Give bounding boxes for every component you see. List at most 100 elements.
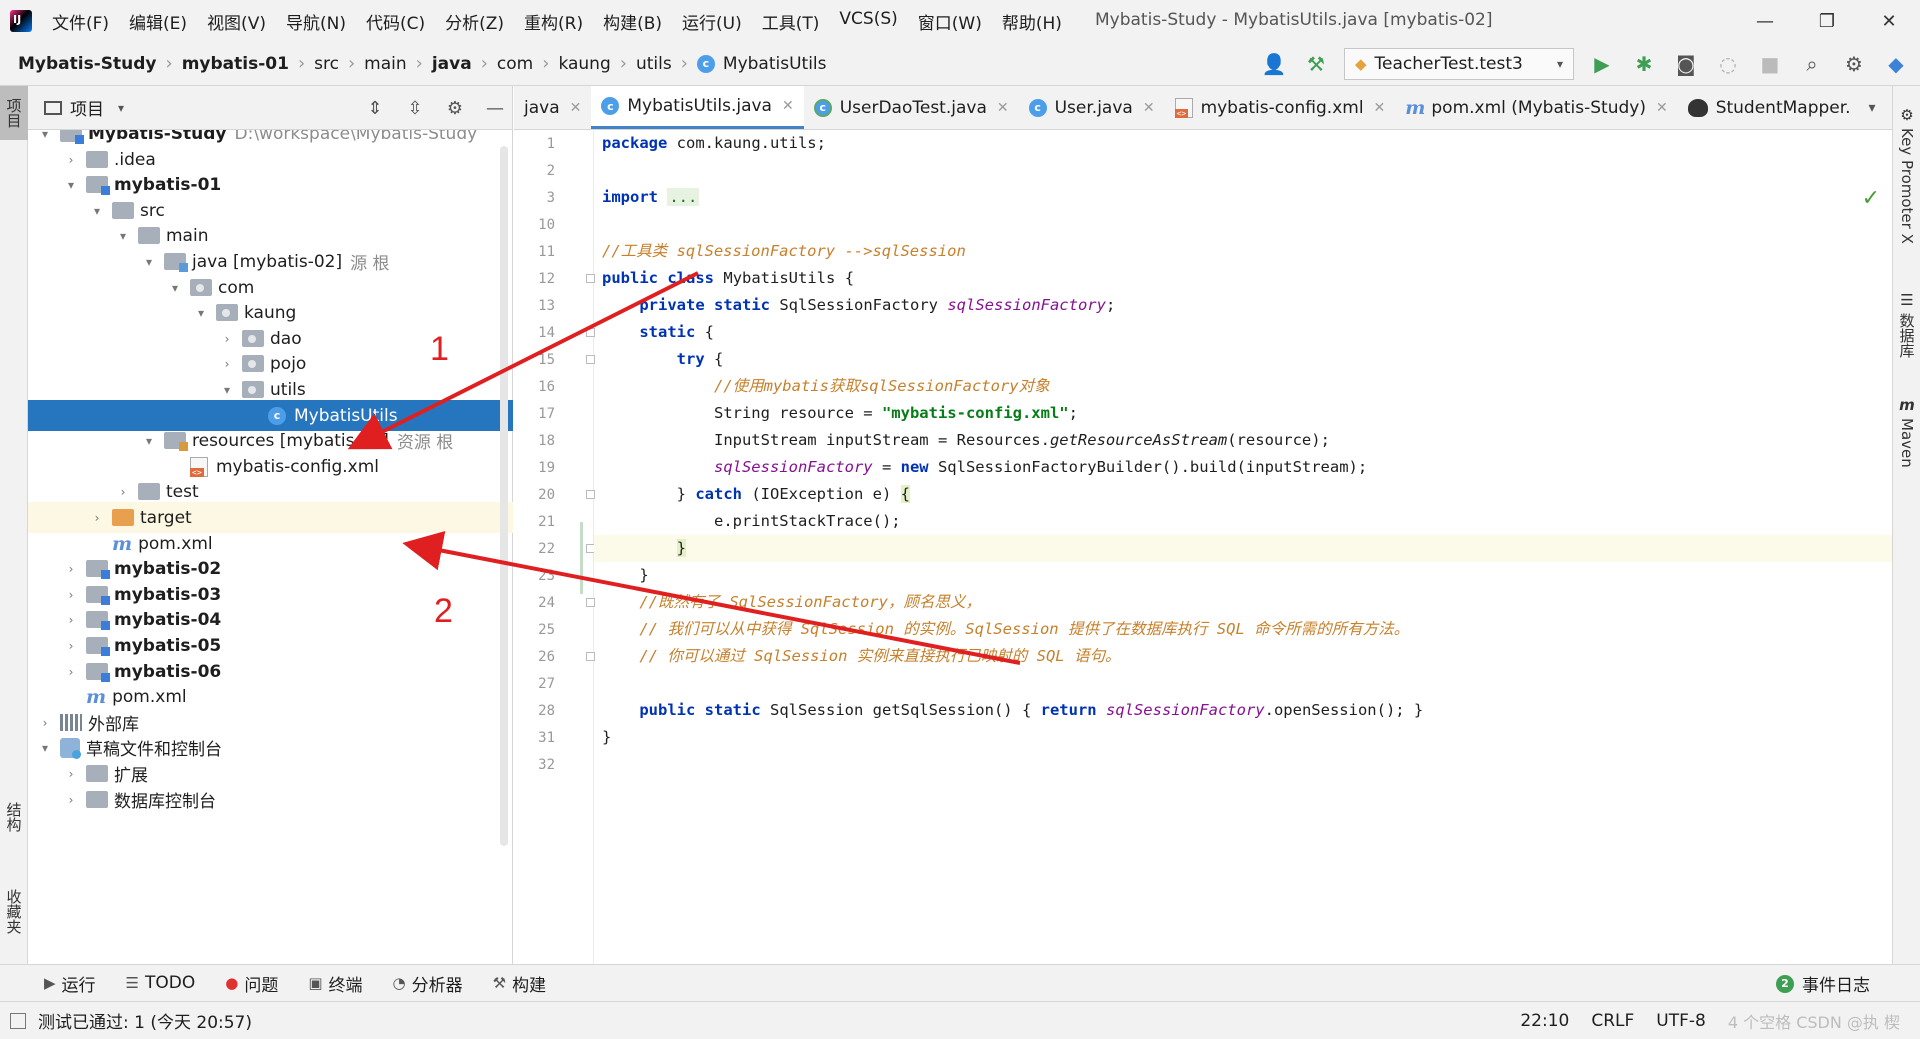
status-message[interactable]: 测试已通过: 1 (今天 20:57) (38, 1008, 252, 1033)
collapse-arrow-icon[interactable]: › (62, 153, 80, 167)
collapse-arrow-icon[interactable]: › (114, 485, 132, 499)
line-number[interactable]: 14 (515, 325, 555, 341)
project-panel-title[interactable]: 项目 (70, 95, 104, 120)
line-number[interactable]: 12 (515, 271, 555, 287)
build-hammer-icon[interactable]: ⚒ (1302, 50, 1330, 78)
collapse-arrow-icon[interactable]: › (218, 357, 236, 371)
profile-icon[interactable]: ◌ (1714, 50, 1742, 78)
menu-item[interactable]: 窗口(W) (908, 9, 992, 34)
editor-tab[interactable]: java ✕ (514, 86, 591, 129)
collapse-arrow-icon[interactable]: › (62, 767, 80, 781)
expand-arrow-icon[interactable]: ▾ (114, 229, 132, 243)
line-number[interactable]: 21 (515, 514, 555, 530)
expand-arrow-icon[interactable]: ▾ (88, 204, 106, 218)
breadcrumb-item[interactable]: Mybatis-Study (18, 54, 157, 74)
expand-arrow-icon[interactable]: ▾ (36, 741, 54, 755)
hide-panel-icon[interactable]: — (484, 98, 506, 119)
collapse-arrow-icon[interactable]: › (62, 613, 80, 627)
structure-tool-tab[interactable]: 结构 (0, 782, 28, 852)
line-number[interactable]: 17 (515, 406, 555, 422)
line-number[interactable]: 28 (515, 703, 555, 719)
collapse-arrow-icon[interactable]: › (218, 332, 236, 346)
user-icon[interactable]: 👤 (1260, 50, 1288, 78)
problems-tool-button[interactable]: ● 问题 (225, 971, 278, 996)
run-configuration-select[interactable]: ◆ TeacherTest.test3 ▾ (1344, 48, 1574, 80)
code-area[interactable]: package com.kaung.utils; import ... //工具… (594, 130, 1892, 964)
line-number[interactable]: 2 (515, 163, 555, 179)
folded-imports[interactable]: ... (667, 188, 700, 206)
profiler-tool-button[interactable]: ◔ 分析器 (393, 971, 463, 996)
line-number[interactable]: 24 (515, 595, 555, 611)
event-log-button[interactable]: 2 事件日志 (1776, 965, 1870, 1002)
line-number[interactable]: 27 (515, 676, 555, 692)
line-number[interactable]: 22 (515, 541, 555, 557)
breadcrumb-item[interactable]: mybatis-01 (182, 54, 289, 74)
line-number[interactable]: 26 (515, 649, 555, 665)
project-tool-tab[interactable]: 项目 (0, 86, 28, 140)
line-number[interactable]: 1 (515, 136, 555, 152)
coverage-icon[interactable]: ◙ (1672, 50, 1700, 78)
close-button[interactable]: ✕ (1858, 0, 1920, 42)
expand-arrow-icon[interactable]: ▾ (218, 383, 236, 397)
settings-icon[interactable]: ⚙ (1840, 50, 1868, 78)
cursor-position[interactable]: 22:10 (1520, 1011, 1569, 1031)
breadcrumb-item[interactable]: src (314, 54, 339, 74)
menu-item[interactable]: 编辑(E) (119, 9, 197, 34)
stop-icon[interactable]: ■ (1756, 50, 1784, 78)
line-number[interactable]: 3 (515, 190, 555, 206)
menu-item[interactable]: 分析(Z) (435, 9, 514, 34)
menu-item[interactable]: 重构(R) (514, 9, 593, 34)
menu-item[interactable]: VCS(S) (829, 9, 907, 34)
collapse-arrow-icon[interactable]: › (62, 562, 80, 576)
maven-tool-tab[interactable]: m Maven (1893, 396, 1920, 468)
line-number[interactable]: 10 (515, 217, 555, 233)
collapse-arrow-icon[interactable]: › (62, 588, 80, 602)
editor-tab[interactable]: c User.java ✕ (1019, 86, 1165, 129)
line-number[interactable]: 15 (515, 352, 555, 368)
collapse-arrow-icon[interactable]: › (62, 665, 80, 679)
menu-item[interactable]: 帮助(H) (992, 9, 1072, 34)
status-window-icon[interactable] (10, 1012, 26, 1029)
editor-tab[interactable]: m pom.xml (Mybatis-Study) ✕ (1395, 86, 1677, 129)
line-number[interactable]: 25 (515, 622, 555, 638)
terminal-tool-button[interactable]: ▣ 终端 (308, 971, 362, 996)
run-icon[interactable]: ▶ (1588, 50, 1616, 78)
close-icon[interactable]: ✕ (1374, 100, 1386, 116)
line-number[interactable]: 31 (515, 730, 555, 746)
line-number[interactable]: 32 (515, 757, 555, 773)
menu-item[interactable]: 运行(U) (672, 9, 752, 34)
line-number[interactable]: 23 (515, 568, 555, 584)
inspection-ok-icon[interactable]: ✓ (1862, 186, 1880, 211)
breadcrumb-item[interactable]: java (432, 54, 472, 74)
line-separator[interactable]: CRLF (1591, 1011, 1634, 1031)
collapse-arrow-icon[interactable]: › (62, 639, 80, 653)
indent-setting[interactable]: 4 个空格 (1728, 1013, 1791, 1032)
line-number[interactable]: 20 (515, 487, 555, 503)
close-icon[interactable]: ✕ (1656, 100, 1668, 116)
expand-all-icon[interactable]: ⇕ (364, 98, 386, 119)
editor-tab[interactable]: StudentMapper. (1678, 86, 1861, 129)
breadcrumb-item[interactable]: kaung (558, 54, 610, 74)
toolbox-icon[interactable]: ◆ (1882, 50, 1910, 78)
expand-arrow-icon[interactable]: ▾ (140, 255, 158, 269)
expand-arrow-icon[interactable]: ▾ (192, 306, 210, 320)
menu-item[interactable]: 工具(T) (752, 9, 830, 34)
gear-icon[interactable]: ⚙ (444, 98, 466, 119)
close-icon[interactable]: ✕ (570, 100, 582, 116)
expand-arrow-icon[interactable]: ▾ (36, 130, 54, 141)
debug-icon[interactable]: ✱ (1630, 50, 1658, 78)
editor-tab[interactable]: c MybatisUtils.java ✕ (591, 86, 804, 129)
menu-item[interactable]: 构建(B) (593, 9, 672, 34)
menu-item[interactable]: 导航(N) (276, 9, 356, 34)
close-icon[interactable]: ✕ (782, 98, 794, 114)
chevron-down-icon[interactable]: ▾ (1852, 86, 1892, 129)
menu-item[interactable]: 文件(F) (42, 9, 119, 34)
expand-arrow-icon[interactable]: ▾ (62, 178, 80, 192)
editor-tab[interactable]: mybatis-config.xml ✕ (1165, 86, 1396, 129)
key-promoter-tool-tab[interactable]: ⚙ Key Promoter X (1893, 106, 1920, 244)
build-tool-button[interactable]: ⚒ 构建 (493, 971, 546, 996)
line-number[interactable]: 18 (515, 433, 555, 449)
line-number[interactable]: 16 (515, 379, 555, 395)
file-encoding[interactable]: UTF-8 (1656, 1011, 1706, 1031)
favorites-tool-tab[interactable]: 收藏夹 (0, 866, 28, 956)
